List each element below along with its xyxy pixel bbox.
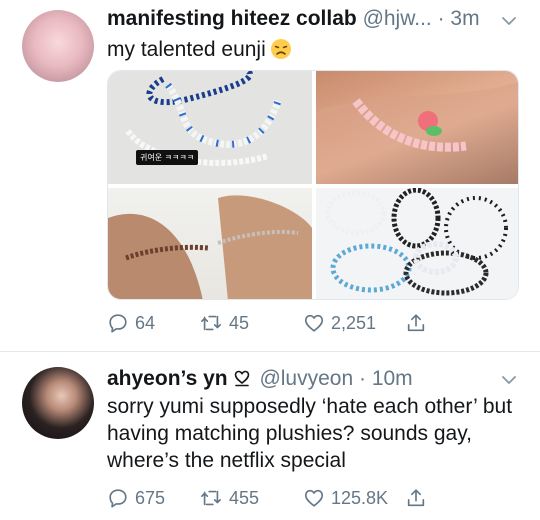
reply-icon xyxy=(109,489,127,508)
bracelet-illustration xyxy=(125,71,282,166)
tweet-divider xyxy=(0,351,540,352)
share-button[interactable] xyxy=(405,487,427,509)
share-icon xyxy=(407,489,425,507)
heart-badge-icon xyxy=(234,370,249,387)
share-button[interactable] xyxy=(405,312,427,334)
tweet-text-content: my talented eunji xyxy=(107,38,266,61)
matching-wrists-illustration xyxy=(108,195,312,299)
like-button[interactable]: 125.8K xyxy=(303,487,388,509)
share-icon xyxy=(407,314,425,332)
tweet-header: ahyeon’s yn @luvyeon · 10m xyxy=(107,367,413,391)
retweet-icon xyxy=(201,490,221,506)
like-button[interactable]: 2,251 xyxy=(303,312,376,334)
retweet-count: 455 xyxy=(229,487,260,508)
tweet-header: manifesting hiteez collab @hjw... · 3m xyxy=(107,7,480,31)
avatar[interactable] xyxy=(22,10,94,82)
like-count: 2,251 xyxy=(331,312,377,333)
media-photo-bracelet-collection[interactable] xyxy=(316,188,518,299)
retweet-button[interactable]: 45 xyxy=(199,312,249,334)
like-count: 125.8K xyxy=(331,487,389,508)
tweet-actions: 675 455 125.8K xyxy=(107,487,437,513)
tweet[interactable]: ahyeon’s yn @luvyeon · 10m sorry yumi su… xyxy=(0,353,540,520)
chevron-down-icon[interactable] xyxy=(500,371,518,389)
tweet-actions: 64 45 2,251 xyxy=(107,312,437,338)
reply-count: 675 xyxy=(135,487,166,508)
reply-button[interactable]: 64 xyxy=(107,312,155,334)
bracelet-collection-illustration xyxy=(325,188,508,296)
photo-caption: 귀여운 ㅋㅋㅋㅋ xyxy=(136,150,199,165)
media-photo-bracelets-closeup[interactable]: 귀여운 ㅋㅋㅋㅋ xyxy=(108,71,312,184)
retweet-button[interactable]: 455 xyxy=(199,487,259,509)
tweet-text: my talented eunji xyxy=(107,36,527,63)
media-grid[interactable]: 귀여운 ㅋㅋㅋㅋ xyxy=(107,70,519,300)
user-handle[interactable]: @luvyeon xyxy=(259,367,353,390)
retweet-count: 45 xyxy=(229,312,250,333)
display-name[interactable]: manifesting hiteez collab xyxy=(107,7,357,30)
avatar[interactable] xyxy=(22,367,94,439)
media-photo-wrist-bracelet[interactable] xyxy=(316,71,518,184)
separator-dot: · xyxy=(431,7,451,30)
tweet-text: sorry yumi supposedly ‘hate each other’ … xyxy=(107,395,513,472)
reply-icon xyxy=(109,314,127,333)
heart-icon xyxy=(304,314,324,332)
separator-dot: · xyxy=(353,367,372,390)
wrist-illustration xyxy=(316,81,518,184)
reply-button[interactable]: 675 xyxy=(107,487,165,509)
heart-icon xyxy=(304,489,324,507)
media-photo-matching-wrists[interactable] xyxy=(108,188,312,299)
timestamp[interactable]: 3m xyxy=(450,7,479,30)
timestamp[interactable]: 10m xyxy=(372,367,413,390)
display-name[interactable]: ahyeon’s yn xyxy=(107,367,228,390)
reply-count: 64 xyxy=(135,312,156,333)
disappointed-face-icon xyxy=(270,39,291,59)
tweet[interactable]: manifesting hiteez collab @hjw... · 3m m… xyxy=(0,0,540,352)
chevron-down-icon[interactable] xyxy=(500,12,518,30)
user-handle[interactable]: @hjw... xyxy=(363,7,432,30)
retweet-icon xyxy=(201,315,221,331)
